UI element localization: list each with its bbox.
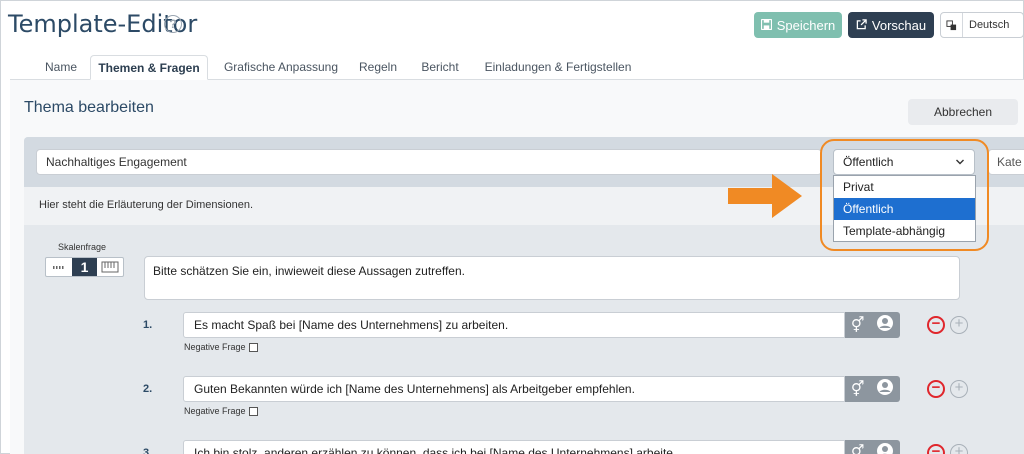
question-number: 3. bbox=[143, 447, 153, 454]
question-text-input[interactable]: Guten Bekannten würde ich [Name des Unte… bbox=[183, 376, 845, 402]
category-select[interactable]: Kate bbox=[988, 149, 1024, 175]
external-link-icon bbox=[856, 18, 867, 33]
negative-question-label: Negative Frage bbox=[184, 342, 246, 352]
anonymous-user-icon[interactable] bbox=[876, 442, 894, 454]
section-title: Thema bearbeiten bbox=[24, 99, 154, 116]
preview-button-label: Vorschau bbox=[871, 17, 927, 33]
negative-question-checkbox[interactable] bbox=[248, 342, 258, 352]
theme-description: Hier steht die Erläuterung der Dimension… bbox=[39, 199, 254, 211]
slider-scale-icon[interactable] bbox=[97, 258, 123, 276]
save-icon bbox=[760, 18, 772, 33]
add-question-icon[interactable]: + bbox=[950, 380, 968, 398]
tab-bericht[interactable]: Bericht bbox=[416, 55, 464, 80]
add-question-icon[interactable]: + bbox=[950, 316, 968, 334]
theme-name-input[interactable]: Nachhaltiges Engagement bbox=[36, 149, 822, 175]
negative-question-option[interactable]: Negative Frage bbox=[184, 406, 258, 416]
tab-themen-fragen[interactable]: Themen & Fragen bbox=[90, 55, 208, 80]
tab-grafische-anpassung[interactable]: Grafische Anpassung bbox=[216, 55, 346, 80]
remove-question-icon[interactable]: − bbox=[927, 316, 945, 334]
question-tools: ⚥ bbox=[845, 312, 900, 338]
gender-icon[interactable]: ⚥ bbox=[851, 444, 865, 454]
gender-icon[interactable]: ⚥ bbox=[851, 380, 865, 398]
gender-icon[interactable]: ⚥ bbox=[851, 316, 865, 334]
language-select[interactable]: Deutsch bbox=[940, 12, 1024, 38]
scale-question-label: Skalenfrage bbox=[58, 242, 107, 252]
preview-button[interactable]: Vorschau bbox=[848, 12, 934, 38]
single-choice-icon[interactable]: 1 bbox=[71, 258, 98, 276]
question-text-input[interactable]: Ich bin stolz, anderen erzählen zu könne… bbox=[183, 440, 845, 454]
language-label: Deutsch bbox=[969, 19, 1010, 31]
save-button[interactable]: Speichern bbox=[754, 12, 842, 38]
anonymous-user-icon[interactable] bbox=[876, 314, 894, 336]
tab-name[interactable]: Name bbox=[38, 55, 84, 80]
question-number: 1. bbox=[143, 319, 153, 331]
annotation-arrow-icon bbox=[728, 174, 802, 223]
anonymous-user-icon[interactable] bbox=[876, 378, 894, 400]
tab-einladungen-fertigstellen[interactable]: Einladungen & Fertigstellen bbox=[478, 55, 638, 80]
negative-question-option[interactable]: Negative Frage bbox=[184, 342, 258, 352]
question-tools: ⚥ bbox=[845, 440, 900, 454]
negative-question-checkbox[interactable] bbox=[248, 406, 258, 416]
tab-bar: Name Themen & Fragen Grafische Anpassung… bbox=[10, 55, 1024, 80]
save-button-label: Speichern bbox=[776, 17, 836, 33]
negative-question-label: Negative Frage bbox=[184, 406, 246, 416]
question-text-input[interactable]: Es macht Spaß bei [Name des Unternehmens… bbox=[183, 312, 845, 338]
scale-dots-icon[interactable] bbox=[46, 258, 72, 276]
question-tools: ⚥ bbox=[845, 376, 900, 402]
question-intro-textarea[interactable]: Bitte schätzen Sie ein, inwieweit diese … bbox=[144, 256, 960, 300]
tab-regeln[interactable]: Regeln bbox=[356, 55, 400, 80]
cancel-button[interactable]: Abbrechen bbox=[908, 99, 1018, 125]
remove-question-icon[interactable]: − bbox=[927, 380, 945, 398]
help-icon[interactable]: ? bbox=[164, 15, 182, 33]
question-type-toggle[interactable]: 1 bbox=[45, 257, 124, 277]
translate-icon bbox=[941, 13, 963, 37]
question-number: 2. bbox=[143, 383, 153, 395]
annotation-highlight-box bbox=[820, 139, 989, 251]
